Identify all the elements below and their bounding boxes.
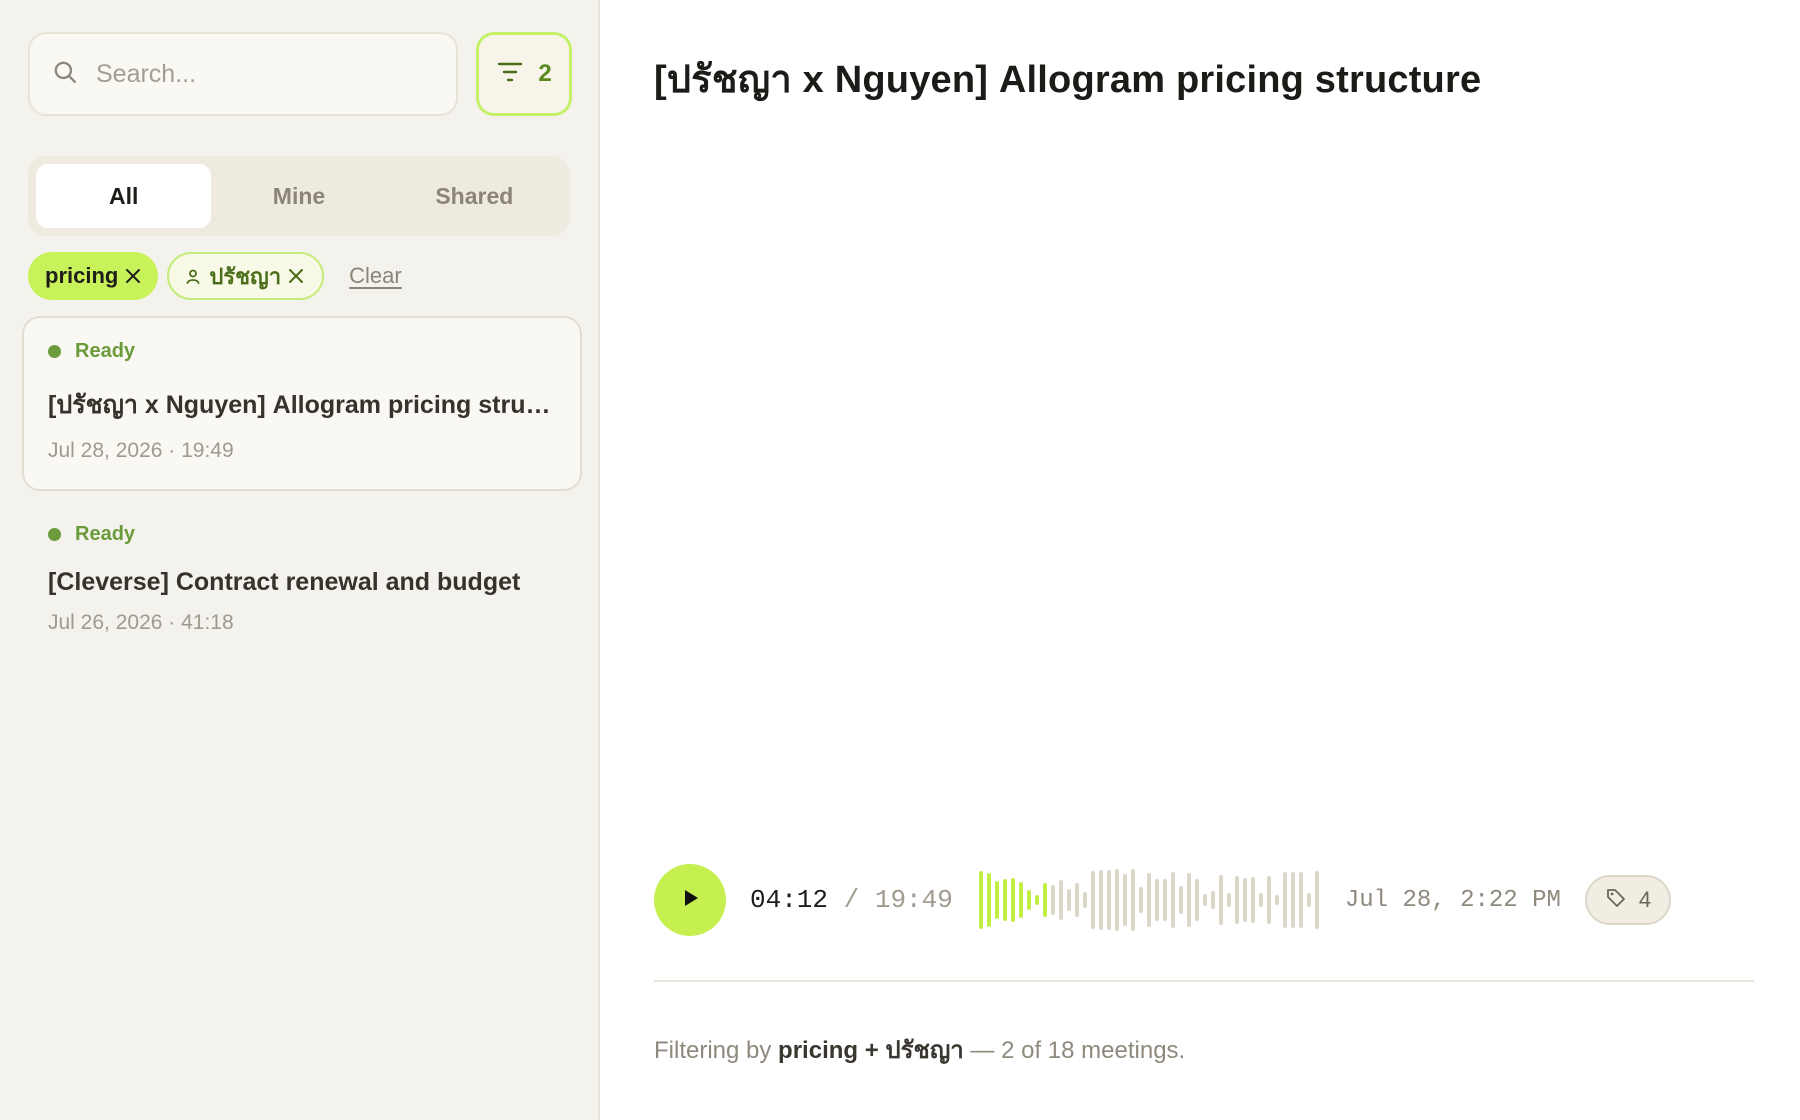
waveform-bar (1042, 883, 1047, 917)
meeting-title: [Cleverse] Contract renewal and budget (48, 568, 521, 596)
scope-tabs: All Mine Shared (28, 156, 570, 236)
chip-label: pricing (45, 263, 119, 288)
waveform-bar (994, 881, 999, 919)
waveform-scrubber[interactable] (978, 864, 1319, 936)
page-title: [ปรัชญา x Nguyen] Allogram pricing struc… (654, 59, 1482, 101)
person-icon (185, 268, 201, 284)
waveform-bar (1282, 872, 1287, 928)
divider (654, 980, 1754, 982)
clear-filters-link[interactable]: Clear (349, 263, 402, 289)
close-icon[interactable] (287, 267, 305, 285)
list-item[interactable]: Ready [Cleverse] Contract renewal and bu… (22, 499, 582, 663)
duration: 19:49 (874, 885, 953, 915)
meeting-title: [ปรัชญา x Nguyen] Allogram pricing struc… (48, 391, 556, 419)
waveform-bar (1146, 873, 1151, 927)
search-icon (52, 59, 78, 90)
waveform-bar (1298, 872, 1303, 928)
waveform-bar (1290, 872, 1295, 928)
filter-count-badge: 2 (538, 60, 552, 87)
meeting-detail: [ปรัชญา x Nguyen] Allogram pricing struc… (600, 0, 1800, 1120)
filter-summary: Filtering by pricing + ปรัชญา — 2 of 18 … (654, 1030, 1185, 1069)
waveform-bar (1050, 885, 1055, 915)
waveform-bar (1154, 879, 1159, 921)
waveform-bar (1066, 889, 1071, 911)
tab-shared[interactable]: Shared (387, 164, 562, 228)
waveform-bar (1162, 879, 1167, 921)
waveform-bar (1234, 876, 1239, 924)
filter-summary-suffix: — 2 of 18 meetings. (970, 1037, 1186, 1064)
waveform-bar (1138, 887, 1143, 913)
status-label: Ready (75, 523, 136, 545)
playback-time: 04:12 / 19:49 (750, 885, 953, 915)
recorded-at: Jul 28, 2:22 PM (1344, 886, 1561, 914)
play-button[interactable] (654, 864, 726, 936)
tab-all[interactable]: All (36, 164, 212, 228)
active-filter-chips: pricing ปรัชญา Clear (28, 252, 576, 300)
waveform-bar (1274, 895, 1279, 905)
waveform-bar (1186, 873, 1191, 927)
search-row: 2 (28, 32, 576, 116)
waveform-bar (1058, 880, 1063, 920)
waveform-bar (978, 871, 983, 929)
waveform-bar (1026, 890, 1031, 910)
filter-button[interactable]: 2 (476, 32, 572, 116)
tab-mine[interactable]: Mine (211, 164, 386, 228)
waveform-bar (1122, 874, 1127, 926)
waveform-bar (1226, 893, 1231, 907)
status-badge: Ready (48, 523, 556, 546)
waveform-bar (1314, 871, 1319, 929)
tags-button[interactable]: 4 (1584, 875, 1672, 925)
waveform-bar (1202, 894, 1207, 906)
current-time: 04:12 (750, 885, 829, 915)
play-icon (679, 887, 701, 914)
status-dot (48, 345, 61, 358)
waveform-bar (1306, 893, 1311, 907)
waveform-bar (1130, 869, 1135, 931)
waveform-bar (1170, 872, 1175, 928)
waveform-bar (1210, 891, 1215, 909)
waveform-bar (986, 873, 991, 927)
sidebar: 2 All Mine Shared pricing ปรัชญา Clear (0, 0, 600, 1120)
waveform-bar (1242, 878, 1247, 922)
waveform-bar (1258, 893, 1263, 907)
waveform-bar (1090, 871, 1095, 929)
waveform-bar (1034, 895, 1039, 905)
filter-icon (496, 60, 524, 89)
close-icon[interactable] (124, 267, 142, 285)
waveform-bar (1002, 879, 1007, 921)
waveform-bar (1106, 870, 1111, 930)
chip-person[interactable]: ปรัชญา (167, 252, 325, 300)
tag-icon (1605, 887, 1627, 914)
meeting-meta: Jul 26, 2026 · 41:18 (48, 611, 234, 634)
waveform-bar (1010, 878, 1015, 922)
meeting-meta: Jul 28, 2026 · 19:49 (48, 439, 234, 462)
audio-player: 04:12 / 19:49 Jul 28, 2:22 PM 4 (654, 864, 1754, 936)
time-separator: / (843, 885, 860, 915)
filter-summary-filters: pricing + ปรัชญา (778, 1037, 964, 1064)
waveform-bar (1114, 869, 1119, 931)
waveform-bar (1178, 886, 1183, 914)
tag-count: 4 (1638, 887, 1652, 912)
waveform-bar (1098, 870, 1103, 930)
waveform-bar (1218, 875, 1223, 925)
chip-label: ปรัชญา (209, 263, 282, 289)
waveform-bar (1018, 882, 1023, 918)
waveform-bar (1074, 883, 1079, 917)
search-box[interactable] (28, 32, 458, 116)
waveform-bar (1266, 876, 1271, 924)
filter-summary-prefix: Filtering by (654, 1037, 772, 1064)
status-badge: Ready (48, 340, 556, 363)
list-item[interactable]: Ready [ปรัชญา x Nguyen] Allogram pricing… (22, 316, 582, 491)
search-input[interactable] (96, 59, 426, 89)
chip-tag-pricing[interactable]: pricing (28, 252, 159, 300)
status-label: Ready (75, 340, 136, 362)
waveform-bar (1194, 879, 1199, 921)
status-dot (48, 528, 61, 541)
meeting-list: Ready [ปรัชญา x Nguyen] Allogram pricing… (22, 316, 582, 663)
waveform-bar (1250, 877, 1255, 923)
waveform-bar (1082, 892, 1087, 908)
